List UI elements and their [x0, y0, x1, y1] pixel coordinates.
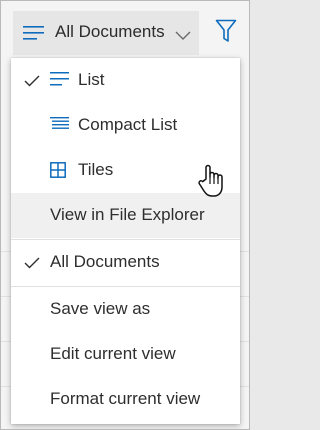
menu-item-label: Tiles — [78, 160, 114, 179]
chevron-down-icon — [175, 28, 191, 46]
compact-list-icon — [50, 117, 70, 136]
menu-item-compact-list[interactable]: Compact List — [11, 103, 240, 148]
hand-cursor-icon — [197, 163, 227, 204]
menu-item-label: List — [78, 70, 105, 89]
view-switcher-button[interactable]: All Documents — [13, 11, 199, 55]
list-icon — [50, 72, 70, 91]
menu-item-save-view-as[interactable]: Save view as — [11, 287, 240, 332]
menu-item-label: Edit current view — [50, 344, 176, 363]
tiles-icon — [50, 162, 66, 183]
current-view-label: All Documents — [55, 22, 165, 41]
filter-button[interactable] — [206, 11, 246, 55]
lines-icon — [23, 26, 45, 45]
view-dropdown-menu: List Compact List Tiles View in File Exp… — [11, 58, 240, 424]
menu-item-label: Format current view — [50, 389, 201, 408]
checkmark-icon — [24, 74, 40, 92]
app-frame: All Documents List Compact List Tiles Vi… — [0, 0, 250, 430]
menu-item-label: Compact List — [78, 115, 178, 134]
menu-item-list[interactable]: List — [11, 58, 240, 103]
menu-item-label: All Documents — [50, 252, 160, 271]
checkmark-icon — [24, 256, 40, 274]
filter-icon — [215, 19, 237, 48]
menu-item-all-documents[interactable]: All Documents — [11, 240, 240, 285]
menu-item-label: Save view as — [50, 299, 151, 318]
menu-item-format-current-view[interactable]: Format current view — [11, 377, 240, 422]
menu-item-label: View in File Explorer — [50, 205, 205, 224]
menu-item-edit-current-view[interactable]: Edit current view — [11, 332, 240, 377]
